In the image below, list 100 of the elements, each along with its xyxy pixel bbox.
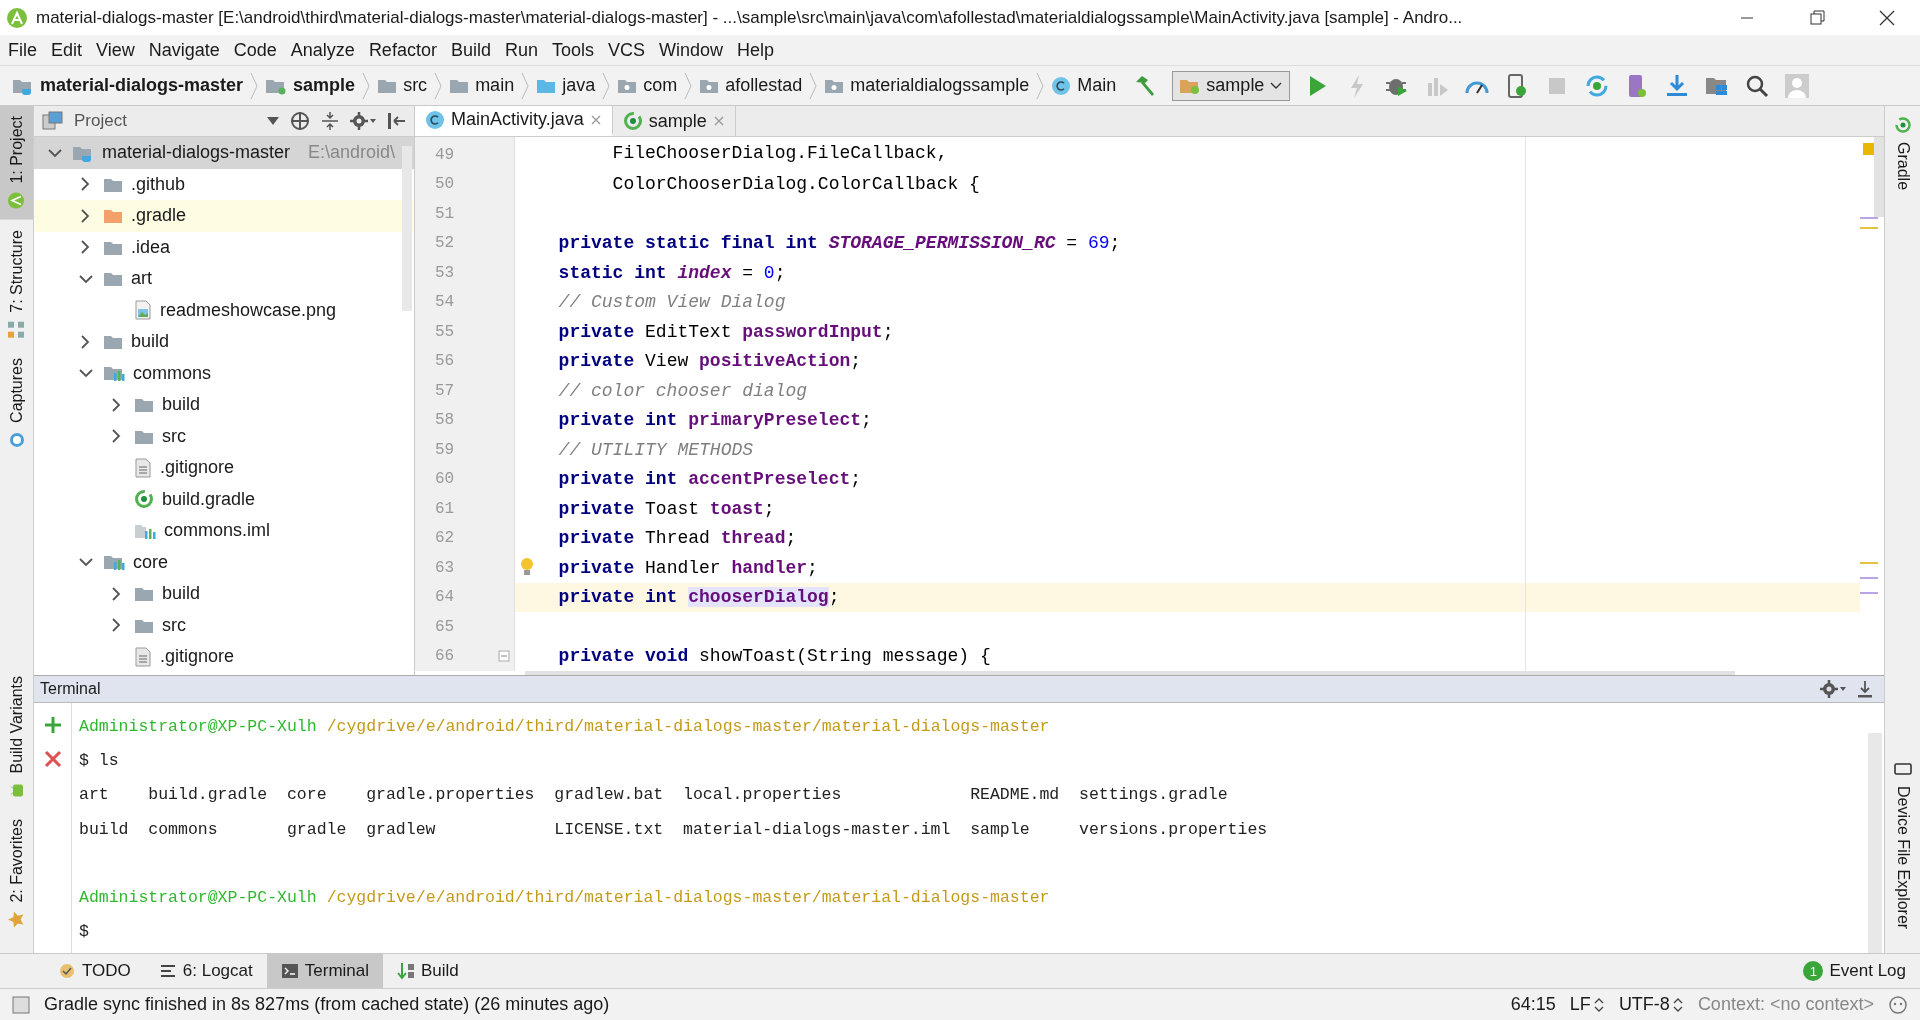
settings-icon[interactable] bbox=[1820, 679, 1846, 699]
line-number: 62 bbox=[435, 529, 455, 548]
breadcrumb[interactable]: sample bbox=[265, 75, 356, 96]
context-indicator: Context: <no context> bbox=[1697, 994, 1874, 1015]
tool-window-tab[interactable]: Device File Explorer bbox=[1885, 749, 1920, 939]
code-line: static int index = 0; bbox=[557, 262, 786, 283]
tree-item[interactable]: src bbox=[34, 420, 414, 452]
line-number: 54 bbox=[435, 293, 455, 312]
module-folder-icon bbox=[103, 364, 125, 383]
line-separator-selector[interactable]: LF bbox=[1569, 994, 1605, 1015]
tool-window-tab[interactable]: Build bbox=[383, 954, 473, 988]
tool-window-tab[interactable]: Captures bbox=[0, 348, 33, 460]
breadcrumb[interactable]: src bbox=[377, 75, 428, 96]
scrollbar-thumb[interactable] bbox=[1868, 733, 1882, 953]
line-number: 55 bbox=[435, 322, 455, 341]
logcat-icon bbox=[158, 962, 177, 980]
tree-item[interactable]: build.gradle bbox=[34, 483, 414, 515]
prompt-user: Administrator@XP-PC-Xulh bbox=[79, 888, 317, 908]
class-icon bbox=[425, 109, 445, 130]
scrollbar-thumb[interactable] bbox=[1874, 137, 1884, 217]
tree-item[interactable]: src bbox=[34, 609, 414, 641]
add-icon[interactable] bbox=[42, 715, 63, 735]
hide-panel-icon[interactable] bbox=[1856, 679, 1874, 699]
tree-item[interactable]: commons.iml bbox=[34, 515, 414, 547]
scrollbar-thumb[interactable] bbox=[525, 671, 1735, 675]
cursor-position[interactable]: 64:15 bbox=[1510, 994, 1556, 1015]
event-log-button[interactable]: 1 Event Log bbox=[1789, 954, 1920, 988]
line-number: 57 bbox=[435, 381, 455, 400]
settings-icon[interactable] bbox=[350, 111, 376, 131]
menu-item[interactable]: Help bbox=[737, 39, 775, 61]
tree-item[interactable]: art bbox=[34, 263, 414, 295]
tree-item[interactable]: material-dialogs-master E:\android\ bbox=[34, 137, 414, 169]
tree-item[interactable]: .gitignore bbox=[34, 641, 414, 673]
breadcrumb[interactable]: afollestad bbox=[699, 75, 803, 96]
menu-item[interactable]: Run bbox=[504, 39, 538, 61]
tree-item[interactable]: build bbox=[34, 326, 414, 358]
tool-window-tab[interactable]: TODO bbox=[44, 954, 145, 988]
tool-window-tab[interactable]: 1: Project bbox=[0, 106, 33, 220]
fold-icon[interactable] bbox=[498, 650, 510, 663]
tree-item[interactable]: .gitignore bbox=[34, 452, 414, 484]
breadcrumb[interactable]: main bbox=[449, 75, 515, 96]
tree-item[interactable]: build bbox=[34, 389, 414, 421]
menu-item[interactable]: Navigate bbox=[148, 39, 220, 61]
tool-window-tab[interactable]: Terminal bbox=[266, 954, 383, 988]
breadcrumb[interactable]: material-dialogs-master bbox=[12, 75, 244, 96]
tree-item[interactable]: .gradle bbox=[34, 200, 414, 232]
tree-item[interactable]: build bbox=[34, 578, 414, 610]
line-number: 58 bbox=[435, 411, 455, 430]
tree-item[interactable]: .idea bbox=[34, 231, 414, 263]
path-hint: E:\android\ bbox=[308, 142, 396, 164]
structure-icon bbox=[7, 320, 26, 339]
hide-panel-icon[interactable] bbox=[386, 111, 406, 131]
line-number: 49 bbox=[435, 145, 455, 164]
breadcrumb[interactable]: materialdialogssample bbox=[824, 75, 1030, 96]
panel-toggle-icon[interactable] bbox=[12, 995, 30, 1014]
encoding-selector[interactable]: UTF-8 bbox=[1618, 994, 1684, 1015]
caret-icon[interactable] bbox=[266, 116, 280, 126]
locate-icon[interactable] bbox=[290, 111, 310, 131]
menu-item[interactable]: File bbox=[8, 39, 37, 61]
code-line: private int primaryPreselect; bbox=[557, 410, 872, 431]
tool-window-tab[interactable]: Gradle bbox=[1885, 106, 1920, 201]
menu-item[interactable]: Analyze bbox=[290, 39, 355, 61]
chevron-icon bbox=[361, 71, 372, 100]
project-view-icon bbox=[42, 111, 64, 131]
menu-item[interactable]: Build bbox=[450, 39, 491, 61]
collapse-icon[interactable] bbox=[320, 111, 340, 131]
menu-item[interactable]: VCS bbox=[608, 39, 645, 61]
breadcrumb[interactable]: java bbox=[536, 75, 596, 96]
prompt-user: Administrator@XP-PC-Xulh bbox=[79, 716, 317, 736]
tool-window-tab[interactable]: Build Variants bbox=[0, 665, 33, 810]
editor-tab[interactable]: MainActivity.java bbox=[415, 106, 613, 136]
menu-item[interactable]: Tools bbox=[551, 39, 594, 61]
menu-item[interactable]: Refactor bbox=[368, 39, 437, 61]
count-badge: 1 bbox=[1803, 961, 1824, 981]
tool-window-tab[interactable]: 2: Favorites bbox=[0, 809, 33, 939]
line-number: 56 bbox=[435, 352, 455, 371]
tool-window-tab[interactable]: 7: Structure bbox=[0, 219, 33, 349]
menu-item[interactable]: View bbox=[96, 39, 135, 61]
run-configuration-dropdown[interactable]: sample bbox=[1172, 70, 1291, 101]
tree-item[interactable]: core bbox=[34, 546, 414, 578]
tree-item[interactable]: readmeshowcase.png bbox=[34, 294, 414, 326]
package-folder-icon bbox=[824, 77, 845, 94]
menu-item[interactable]: Window bbox=[659, 39, 724, 61]
lightbulb-icon[interactable] bbox=[520, 557, 534, 577]
tree-item[interactable]: commons bbox=[34, 357, 414, 389]
tool-window-tab[interactable]: 6: Logcat bbox=[144, 954, 267, 988]
inspector-icon[interactable] bbox=[1888, 994, 1908, 1015]
breadcrumb[interactable]: Main bbox=[1051, 75, 1117, 96]
code-line: // Custom View Dialog bbox=[557, 292, 786, 313]
breadcrumb[interactable]: com bbox=[617, 75, 678, 96]
scrollbar-thumb[interactable] bbox=[402, 146, 412, 311]
panel-title[interactable]: Project bbox=[74, 111, 127, 131]
menu-item[interactable]: Edit bbox=[51, 39, 83, 61]
todo-icon bbox=[58, 962, 76, 980]
code-line: private EditText passwordInput; bbox=[557, 321, 894, 342]
editor-tab[interactable]: sample bbox=[612, 106, 736, 136]
menu-item[interactable]: Code bbox=[233, 39, 277, 61]
code-line: private int chooserDialog; bbox=[557, 587, 840, 608]
terminal-icon bbox=[280, 962, 299, 980]
tree-item[interactable]: .github bbox=[34, 168, 414, 200]
